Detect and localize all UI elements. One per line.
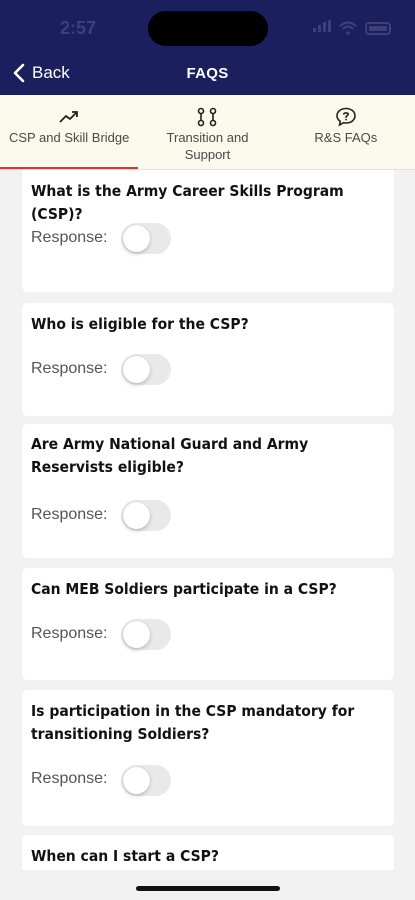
toggle-knob [123,356,150,383]
tab-csp-skill-bridge[interactable]: CSP and Skill Bridge [0,95,139,170]
tab-label: Transition and Support [166,130,249,162]
faq-question: Who is eligible for the CSP? [31,315,249,333]
status-icons [313,19,391,37]
battery-icon [365,21,391,35]
faq-card: Who is eligible for the CSP? Response: [22,303,394,416]
toggle-knob [123,767,150,794]
tab-label: R&S FAQs [314,130,378,145]
home-indicator[interactable] [136,886,280,891]
faq-question: What is the Army Career Skills Program (… [31,182,344,223]
response-label: Response: [31,625,108,642]
faq-card: Are Army National Guard and Army Reservi… [22,424,394,558]
wifi-icon [339,21,357,35]
toggle-knob [123,502,150,529]
faq-card: Can MEB Soldiers participate in a CSP? R… [22,568,394,680]
response-label: Response: [31,770,108,787]
faq-question: Can MEB Soldiers participate in a CSP? [31,580,337,598]
status-time: 2:57 [60,18,97,38]
faq-list[interactable]: What is the Army Career Skills Program (… [0,170,415,870]
response-toggle[interactable] [121,223,171,254]
app-header: 2:57 Back FAQS [0,0,415,95]
response-label: Response: [31,229,108,246]
faq-card: What is the Army Career Skills Program (… [22,170,394,292]
home-area [0,870,415,900]
response-toggle[interactable] [121,619,171,650]
question-bubble-icon [336,107,356,127]
toggle-knob [123,225,150,252]
tab-bar: CSP and Skill Bridge Transition and Supp… [0,95,415,170]
git-branch-icon [198,107,217,127]
faq-question: Is participation in the CSP mandatory fo… [31,702,355,743]
faq-question: Are Army National Guard and Army Reservi… [31,435,309,476]
tab-rs-faqs[interactable]: R&S FAQs [277,95,415,170]
faq-question: When can I start a CSP? [31,847,219,865]
trending-up-icon [59,111,79,123]
tab-transition-support[interactable]: Transition and Support [138,95,276,170]
dynamic-island [148,11,268,46]
page-title: FAQS [186,65,229,82]
toggle-knob [123,621,150,648]
nav-bar: Back FAQS [0,55,415,95]
tab-label: CSP and Skill Bridge [8,130,130,145]
response-toggle[interactable] [121,765,171,796]
response-label: Response: [31,360,108,377]
response-toggle[interactable] [121,354,171,385]
response-toggle[interactable] [121,500,171,531]
faq-card: Is participation in the CSP mandatory fo… [22,690,394,826]
response-label: Response: [31,506,108,523]
signal-icon [313,19,331,37]
faq-card: When can I start a CSP? [22,835,394,870]
